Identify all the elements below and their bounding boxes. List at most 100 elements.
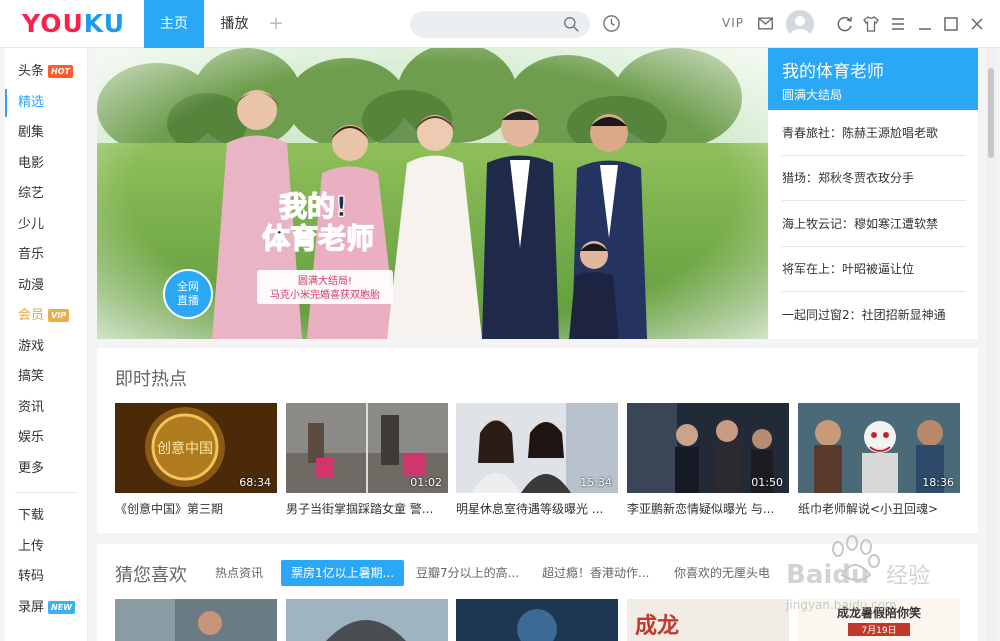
video-caption[interactable]: 纸巾老师解说<小丑回魂> [798, 500, 960, 517]
add-tab-button[interactable]: + [266, 0, 286, 48]
filter-tab[interactable]: 你喜欢的无厘头电 [674, 560, 770, 586]
video-thumbnail[interactable]: 15:34 [456, 403, 618, 493]
panel-list-item[interactable]: 一起同过窗2：社团招新显神通 [782, 293, 966, 338]
sidebar-item-variety[interactable]: 综艺 [5, 180, 88, 208]
vip-link[interactable]: VIP [722, 16, 744, 30]
banner-title-line2: 体育老师 [262, 222, 374, 255]
video-caption[interactable]: 李亚鹏新恋情疑似曝光 与... [627, 500, 789, 517]
sidebar-item-headlines[interactable]: 头条 HOT [5, 58, 88, 86]
sidebar-item-label: 录屏 [18, 600, 45, 615]
search-box[interactable] [410, 11, 590, 38]
watermark-url: jingyan.baidu.com [785, 598, 897, 612]
sidebar-item-screen-record[interactable]: 录屏 NEW [5, 594, 88, 622]
history-clock-icon[interactable] [602, 14, 621, 33]
filter-tab-active[interactable]: 票房1亿以上暑期... [281, 560, 405, 586]
video-duration: 15:34 [580, 476, 612, 489]
sidebar-item-kids[interactable]: 少儿 [5, 211, 88, 239]
sidebar: 头条 HOT 精选 剧集 电影 综艺 少儿 音乐 动漫 会员 VIP 游戏 搞笑 资… [5, 48, 88, 641]
video-thumbnail[interactable]: 01:02 [286, 403, 448, 493]
filter-tab[interactable]: 豆瓣7分以上的高... [416, 560, 519, 586]
live-badge-line1: 全网 [177, 279, 199, 293]
sidebar-item-transcode[interactable]: 转码 [5, 563, 88, 591]
video-duration: 18:36 [922, 476, 954, 489]
refresh-icon[interactable] [836, 15, 854, 33]
thumbnail-image [456, 599, 618, 641]
section-title: 即时热点 [115, 369, 187, 390]
maximize-window-icon[interactable] [942, 15, 960, 33]
sidebar-item-featured[interactable]: 精选 [5, 89, 88, 117]
banner-caption-line1: 圆满大结局! [298, 274, 352, 287]
banner-title-line1: 我的! [279, 190, 348, 223]
video-thumbnail[interactable]: 创意中国 68:34 [115, 403, 277, 493]
panel-list-item[interactable]: 青春旅社：陈赫王源尬唱老歌 [782, 111, 966, 156]
mail-icon[interactable] [758, 17, 773, 30]
thumbnail-image [115, 599, 277, 641]
panel-list-item[interactable]: 海上牧云记：穆如寒江遭软禁 [782, 202, 966, 247]
avatar[interactable] [786, 10, 814, 38]
hero-banner[interactable]: 我的! 体育老师 圆满大结局! 马克小米完婚喜获双胞胎 全网 直播 [97, 48, 768, 339]
banner-caption-line2: 马克小米完婚喜获双胞胎 [270, 288, 380, 301]
video-caption[interactable]: 明星休息室待遇等级曝光 ... [456, 500, 618, 517]
sidebar-item-games[interactable]: 游戏 [5, 333, 88, 361]
baidu-watermark: Baidu 经验 jingyan.baidu.com [766, 533, 946, 633]
thumbnail-image [286, 599, 448, 641]
sidebar-item-news[interactable]: 资讯 [5, 394, 88, 422]
sidebar-item-upload[interactable]: 上传 [5, 533, 88, 561]
video-thumbnail[interactable] [115, 599, 277, 641]
hot-section: 即时热点 创意中国 68:34 《创意中国》第三期 01:02 男子当街掌掴踩踏… [97, 348, 978, 533]
thumbnail-image: 成龙 [627, 599, 789, 641]
live-badge-line2: 直播 [177, 293, 199, 307]
logo-text-red: YOU [22, 9, 84, 38]
video-thumbnail[interactable]: 18:36 [798, 403, 960, 493]
svg-text:成龙: 成龙 [635, 613, 679, 639]
sidebar-item-download[interactable]: 下载 [5, 502, 88, 530]
panel-list-item[interactable]: 将军在上：叶昭被逼让位 [782, 247, 966, 292]
sidebar-divider [15, 492, 77, 493]
sidebar-item-membership[interactable]: 会员 VIP [5, 302, 88, 330]
skin-tshirt-icon[interactable] [862, 15, 880, 33]
sidebar-item-funny[interactable]: 搞笑 [5, 363, 88, 391]
section-title: 猜您喜欢 [115, 565, 187, 586]
panel-title: 我的体育老师 [782, 62, 884, 82]
tab-home[interactable]: 主页 [144, 0, 204, 48]
baidu-paw-logo: Baidu 经验 jingyan.baidu.com [785, 535, 930, 612]
sidebar-item-music[interactable]: 音乐 [5, 241, 88, 269]
watermark-cn: 经验 [886, 564, 930, 589]
sidebar-item-label: 头条 [18, 64, 45, 79]
thumbnail-overlay-text: 创意中国 [157, 440, 213, 457]
sidebar-item-anime[interactable]: 动漫 [5, 272, 88, 300]
sidebar-item-more[interactable]: 更多 [5, 455, 88, 483]
video-caption[interactable]: 男子当街掌掴踩踏女童 警... [286, 500, 448, 517]
panel-list-item[interactable]: 猎场：郑秋冬贾衣玫分手 [782, 156, 966, 201]
video-thumbnail[interactable]: 成龙 [627, 599, 789, 641]
video-thumbnail[interactable]: 01:50 [627, 403, 789, 493]
video-thumbnail[interactable] [456, 599, 618, 641]
tab-play[interactable]: 播放 [212, 0, 257, 48]
banner-image: 我的! 体育老师 圆满大结局! 马克小米完婚喜获双胞胎 全网 直播 [97, 48, 768, 339]
hot-badge: HOT [48, 65, 73, 78]
sidebar-item-movies[interactable]: 电影 [5, 150, 88, 178]
watermark-brand: Baidu [786, 560, 869, 590]
title-bar: YOUKU 主页 播放 + VIP [0, 0, 1000, 48]
video-duration: 01:50 [751, 476, 783, 489]
sidebar-item-entertainment[interactable]: 娱乐 [5, 424, 88, 452]
close-window-icon[interactable] [968, 15, 986, 33]
sidebar-item-label: 会员 [18, 308, 45, 323]
panel-subtitle: 圆满大结局 [782, 88, 843, 102]
minimize-window-icon[interactable] [916, 15, 934, 33]
video-thumbnail[interactable] [286, 599, 448, 641]
sidebar-item-series[interactable]: 剧集 [5, 119, 88, 147]
menu-icon[interactable] [889, 15, 907, 33]
new-badge: NEW [48, 601, 75, 614]
search-icon[interactable] [563, 16, 580, 33]
user-icon [790, 16, 810, 38]
youku-logo[interactable]: YOUKU [22, 9, 125, 38]
video-caption[interactable]: 《创意中国》第三期 [115, 500, 277, 517]
filter-tab[interactable]: 超过瘾！香港动作... [542, 560, 649, 586]
panel-header[interactable]: 我的体育老师 圆满大结局 [768, 48, 978, 110]
scrollbar[interactable] [986, 48, 996, 641]
filter-tab[interactable]: 热点资讯 [215, 560, 263, 586]
scrollbar-thumb[interactable] [988, 68, 994, 158]
video-duration: 68:34 [239, 476, 271, 489]
banner-side-panel: 我的体育老师 圆满大结局 青春旅社：陈赫王源尬唱老歌 猎场：郑秋冬贾衣玫分手 海… [768, 48, 978, 339]
